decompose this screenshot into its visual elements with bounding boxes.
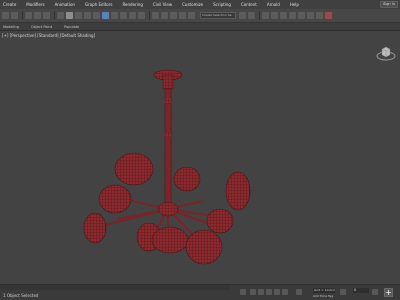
spinner-snap-icon[interactable]: [179, 12, 186, 19]
rod-joint[interactable]: [164, 98, 172, 104]
lamp-shade[interactable]: [98, 184, 132, 214]
ribbon-tabs: Modeling Object Paint Populate: [0, 23, 400, 30]
viewcube-icon[interactable]: [376, 45, 396, 61]
time-config-icon[interactable]: [372, 289, 378, 295]
tab-modeling[interactable]: Modeling: [3, 25, 19, 29]
toolbar-separator: [259, 11, 260, 20]
lamp-shade[interactable]: [83, 212, 107, 244]
schematic-view-icon[interactable]: [289, 12, 296, 19]
toolbar-separator: [54, 11, 55, 20]
edit-named-sets-icon[interactable]: [188, 12, 195, 19]
perspective-viewport[interactable]: [+] [Perspective] [Standard] [Default Sh…: [0, 30, 400, 284]
lamp-shade[interactable]: [114, 152, 154, 186]
rendered-frame-window-icon[interactable]: [316, 12, 323, 19]
snaps-icon[interactable]: [152, 12, 159, 19]
tab-object-paint[interactable]: Object Paint: [31, 25, 52, 29]
mirror-icon[interactable]: [239, 12, 246, 19]
go-to-end-icon[interactable]: [282, 289, 288, 295]
lamp-shade[interactable]: [185, 229, 223, 265]
menu-civil-view[interactable]: Civil View: [153, 0, 172, 9]
menu-graph-editors[interactable]: Graph Editors: [85, 0, 112, 9]
auto-key-icon[interactable]: [340, 289, 346, 295]
previous-frame-icon[interactable]: [258, 289, 264, 295]
selection-status: 1 Object Selected: [3, 293, 39, 298]
menu-bar: Create Modifiers Animation Graph Editors…: [0, 0, 400, 9]
toolbar-separator: [22, 11, 23, 20]
rod-joint[interactable]: [164, 132, 172, 138]
rotate-icon[interactable]: [111, 12, 118, 19]
unlink-icon[interactable]: [34, 12, 41, 19]
layer-explorer-icon[interactable]: [262, 12, 269, 19]
canopy-neck[interactable]: [162, 74, 174, 90]
menu-help[interactable]: Help: [290, 0, 299, 9]
redo-icon[interactable]: [11, 12, 18, 19]
timeline-slider[interactable]: [0, 285, 230, 290]
status-bar: 1 Object Selected Grid = 10,0cm Add Time…: [0, 284, 400, 300]
select-by-name-icon[interactable]: [75, 12, 82, 19]
menu-create[interactable]: Create: [3, 0, 16, 9]
grid-readout: Grid = 10,0cm: [313, 288, 335, 293]
add-time-tag[interactable]: Add Time Tag: [313, 294, 333, 298]
play-icon[interactable]: [266, 289, 272, 295]
render-setup-icon[interactable]: [307, 12, 314, 19]
lamp-shade[interactable]: [151, 226, 189, 254]
set-key-button[interactable]: +: [384, 288, 393, 297]
main-toolbar: Create Selection Se: [0, 9, 400, 23]
undo-icon[interactable]: [2, 12, 9, 19]
selection-filter-icon[interactable]: [57, 12, 64, 19]
toolbar-separator: [149, 11, 150, 20]
select-object-icon[interactable]: [66, 12, 73, 19]
bind-space-warp-icon[interactable]: [43, 12, 50, 19]
link-icon[interactable]: [25, 12, 32, 19]
reference-coordinate-icon[interactable]: [129, 12, 136, 19]
go-to-start-icon[interactable]: [250, 289, 256, 295]
menu-rendering[interactable]: Rendering: [122, 0, 142, 9]
center-hub[interactable]: [157, 201, 179, 217]
lamp-shade[interactable]: [206, 208, 234, 234]
next-frame-icon[interactable]: [274, 289, 280, 295]
lock-selection-icon[interactable]: [296, 289, 302, 295]
menu-scripting[interactable]: Scripting: [213, 0, 231, 9]
viewport-label[interactable]: [+] [Perspective] [Standard] [Default Sh…: [2, 33, 95, 38]
rectangle-region-icon[interactable]: [84, 12, 91, 19]
menu-customize[interactable]: Customize: [182, 0, 203, 9]
selection-set-dropdown[interactable]: Create Selection Se: [200, 12, 236, 19]
move-icon[interactable]: [102, 12, 109, 19]
sign-in-button[interactable]: Sign In: [380, 1, 398, 8]
toggle-ribbon-icon[interactable]: [271, 12, 278, 19]
menu-modifiers[interactable]: Modifiers: [26, 0, 44, 9]
down-rod[interactable]: [164, 88, 172, 208]
align-icon[interactable]: [248, 12, 255, 19]
render-icon[interactable]: [325, 12, 332, 19]
menu-animation[interactable]: Animation: [55, 0, 75, 9]
lamp-shade[interactable]: [173, 166, 201, 192]
current-frame-field[interactable]: 0: [353, 288, 369, 293]
scale-icon[interactable]: [120, 12, 127, 19]
angle-snap-icon[interactable]: [161, 12, 168, 19]
menu-arnold[interactable]: Arnold: [267, 0, 280, 9]
material-editor-icon[interactable]: [298, 12, 305, 19]
chandelier-model[interactable]: [0, 31, 400, 285]
menu-content[interactable]: Content: [241, 0, 257, 9]
curve-editor-icon[interactable]: [280, 12, 287, 19]
tab-populate[interactable]: Populate: [64, 25, 79, 29]
pivot-icon[interactable]: [138, 12, 145, 19]
window-crossing-icon[interactable]: [93, 12, 100, 19]
key-mode-icon[interactable]: [240, 289, 246, 295]
percent-snap-icon[interactable]: [170, 12, 177, 19]
lamp-shade[interactable]: [225, 171, 251, 211]
